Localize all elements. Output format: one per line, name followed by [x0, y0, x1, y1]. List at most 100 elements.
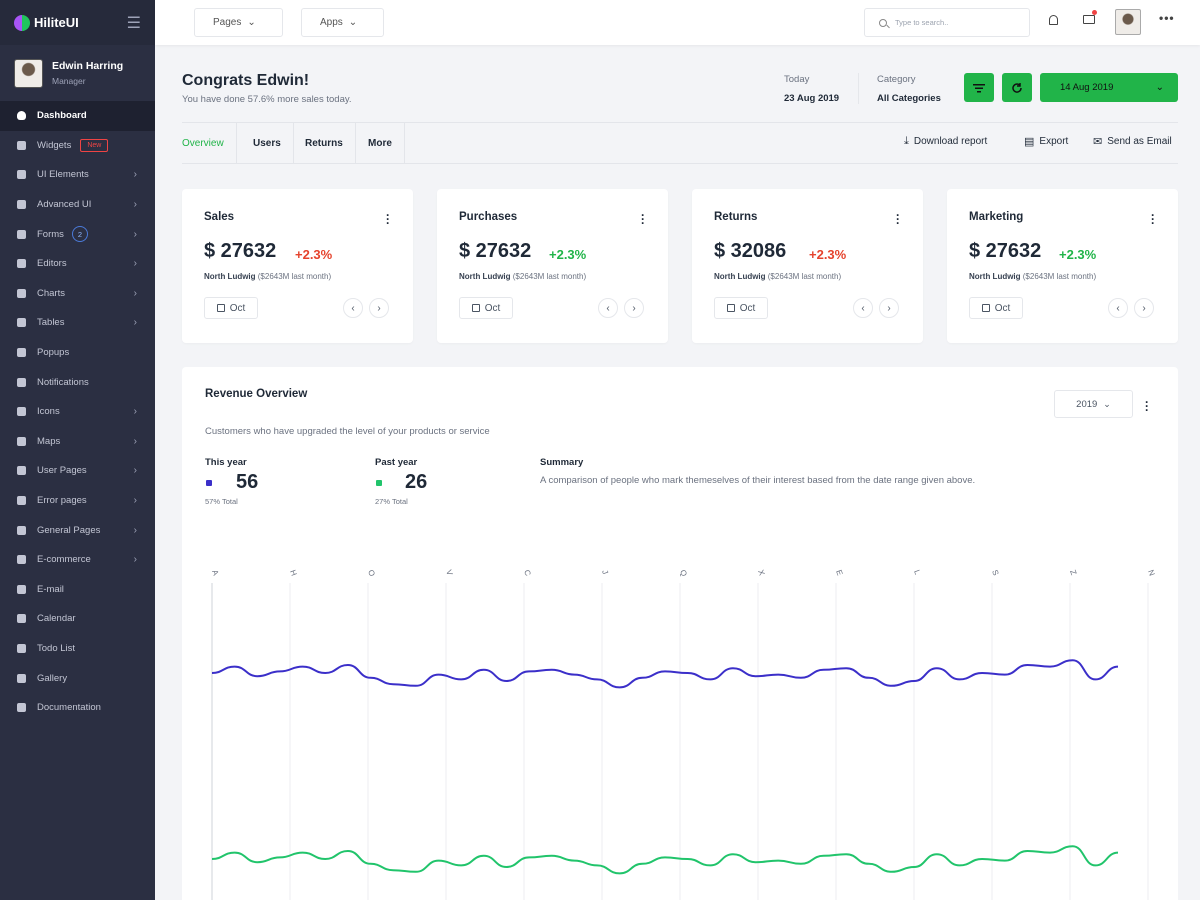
search-input[interactable] — [895, 18, 1015, 27]
month-selector[interactable]: Oct — [204, 297, 258, 319]
more-options-icon[interactable]: · · · — [641, 209, 645, 229]
pencil-icon — [16, 258, 27, 269]
apps-dropdown[interactable]: Apps ⌄ — [301, 8, 384, 37]
sidebar-profile[interactable]: Edwin Harring Manager — [0, 45, 155, 101]
sidebar-item-label: Tables — [37, 317, 65, 329]
sidebar-item-calendar[interactable]: Calendar — [0, 604, 155, 634]
card-title: Purchases — [459, 211, 518, 223]
new-badge: New — [80, 138, 109, 152]
brand-logo-icon — [14, 14, 30, 31]
sidebar-item-user-pages[interactable]: User Pages › — [0, 456, 155, 486]
pdf-file-icon: ▤ — [1024, 136, 1035, 148]
prev-button[interactable]: ‹ — [853, 298, 873, 318]
chevron-right-icon: › — [133, 435, 137, 447]
past-year-legend-dot — [376, 480, 382, 486]
prev-button[interactable]: ‹ — [1108, 298, 1128, 318]
user-avatar[interactable] — [1115, 9, 1141, 35]
card-amount: $ 27632 — [459, 240, 532, 262]
past-year-label: Past year — [375, 457, 418, 468]
month-selector[interactable]: Oct — [969, 297, 1023, 319]
month-selector[interactable]: Oct — [459, 297, 513, 319]
pages-dropdown[interactable]: Pages ⌄ — [194, 8, 283, 37]
chevron-down-icon: ⌄ — [247, 17, 256, 28]
card-subtext: North Ludwig ($2643M last month) — [204, 272, 331, 281]
sidebar-item-error-pages[interactable]: Error pages › — [0, 486, 155, 516]
more-options-icon[interactable]: · · · — [386, 209, 390, 229]
download-report-button[interactable]: ⤓ Download report — [904, 135, 987, 148]
sidebar-item-e-mail[interactable]: E-mail — [0, 575, 155, 605]
revenue-overview-panel: Revenue Overview Customers who have upgr… — [182, 367, 1178, 900]
month-label: Oct — [484, 302, 501, 314]
chevron-right-icon: › — [133, 524, 137, 536]
more-icon[interactable]: ••• — [1159, 11, 1175, 25]
sidebar-item-editors[interactable]: Editors › — [0, 249, 155, 279]
chevron-right-icon: › — [133, 169, 137, 181]
bell-icon[interactable] — [1049, 15, 1058, 25]
sidebar-item-e-commerce[interactable]: E-commerce › — [0, 545, 155, 575]
card-change: +2.3% — [549, 247, 587, 262]
year-dropdown[interactable]: 2019 ⌄ — [1054, 390, 1133, 418]
sidebar-item-tables[interactable]: Tables › — [0, 308, 155, 338]
gallery-icon — [16, 673, 27, 684]
chevron-left-icon: ‹ — [606, 302, 610, 314]
sidebar-item-gallery[interactable]: Gallery — [0, 663, 155, 693]
prev-button[interactable]: ‹ — [343, 298, 363, 318]
x-tick-label: H — [288, 569, 299, 578]
user-icon — [16, 465, 27, 476]
sidebar-item-label: Advanced UI — [37, 199, 92, 211]
next-button[interactable]: › — [369, 298, 389, 318]
apps-dropdown-label: Apps — [320, 17, 343, 28]
refresh-button[interactable] — [1002, 73, 1032, 102]
sidebar-item-notifications[interactable]: Notifications — [0, 367, 155, 397]
sidebar-item-advanced-ui[interactable]: Advanced UI › — [0, 190, 155, 220]
card-amount: $ 32086 — [714, 240, 787, 262]
sidebar-item-todo-list[interactable]: Todo List — [0, 634, 155, 664]
sidebar-item-documentation[interactable]: Documentation — [0, 693, 155, 723]
sidebar-item-label: General Pages — [37, 524, 101, 536]
card-change: +2.3% — [1059, 247, 1097, 262]
export-button[interactable]: ▤ Export — [1024, 135, 1068, 148]
prev-button[interactable]: ‹ — [598, 298, 618, 318]
revenue-chart: AHOVCJQXELSZN — [210, 569, 1157, 900]
card-location: North Ludwig — [969, 272, 1021, 281]
today-label: Today — [784, 74, 810, 85]
chevron-down-icon: ⌄ — [1103, 398, 1111, 409]
search-box — [864, 8, 1030, 37]
next-button[interactable]: › — [624, 298, 644, 318]
date-picker-button[interactable]: 14 Aug 2019 ⌄ — [1040, 73, 1178, 102]
sidebar-item-label: Todo List — [37, 642, 76, 654]
chevron-right-icon: › — [133, 287, 137, 299]
sidebar-item-popups[interactable]: Popups — [0, 338, 155, 368]
filter-button[interactable] — [964, 73, 994, 102]
sidebar-item-widgets[interactable]: Widgets New — [0, 131, 155, 161]
tab-users[interactable]: Users — [241, 123, 294, 163]
next-button[interactable]: › — [879, 298, 899, 318]
more-options-icon[interactable]: · · · — [1145, 396, 1149, 416]
month-selector[interactable]: Oct — [714, 297, 768, 319]
category-value[interactable]: All Categories — [877, 93, 941, 104]
sidebar-item-dashboard[interactable]: Dashboard — [0, 101, 155, 131]
sidebar-item-forms[interactable]: Forms 2 › — [0, 219, 155, 249]
past-year-total: 27% Total — [375, 497, 408, 506]
download-icon: ⤓ — [904, 135, 909, 147]
sidebar-item-charts[interactable]: Charts › — [0, 279, 155, 309]
next-button[interactable]: › — [1134, 298, 1154, 318]
more-options-icon[interactable]: · · · — [896, 209, 900, 229]
sidebar-item-general-pages[interactable]: General Pages › — [0, 515, 155, 545]
menu-toggle-icon[interactable]: ☰ — [127, 13, 141, 33]
brand: HiliteUI ☰ — [0, 0, 155, 45]
mail-icon[interactable] — [1083, 15, 1095, 24]
sidebar-item-ui-elements[interactable]: UI Elements › — [0, 160, 155, 190]
this-year-total: 57% Total — [205, 497, 238, 506]
sidebar-item-maps[interactable]: Maps › — [0, 427, 155, 457]
x-tick-label: X — [756, 569, 767, 578]
sidebar-item-icons[interactable]: Icons › — [0, 397, 155, 427]
tab-overview[interactable]: Overview — [182, 123, 237, 163]
tab-returns[interactable]: Returns — [293, 123, 356, 163]
more-options-icon[interactable]: · · · — [1151, 209, 1155, 229]
send-email-button[interactable]: ✉ Send as Email — [1093, 135, 1172, 148]
x-tick-label: E — [834, 569, 844, 577]
chevron-right-icon: › — [133, 465, 137, 477]
chevron-right-icon: › — [133, 554, 137, 566]
tab-more[interactable]: More — [356, 123, 405, 163]
